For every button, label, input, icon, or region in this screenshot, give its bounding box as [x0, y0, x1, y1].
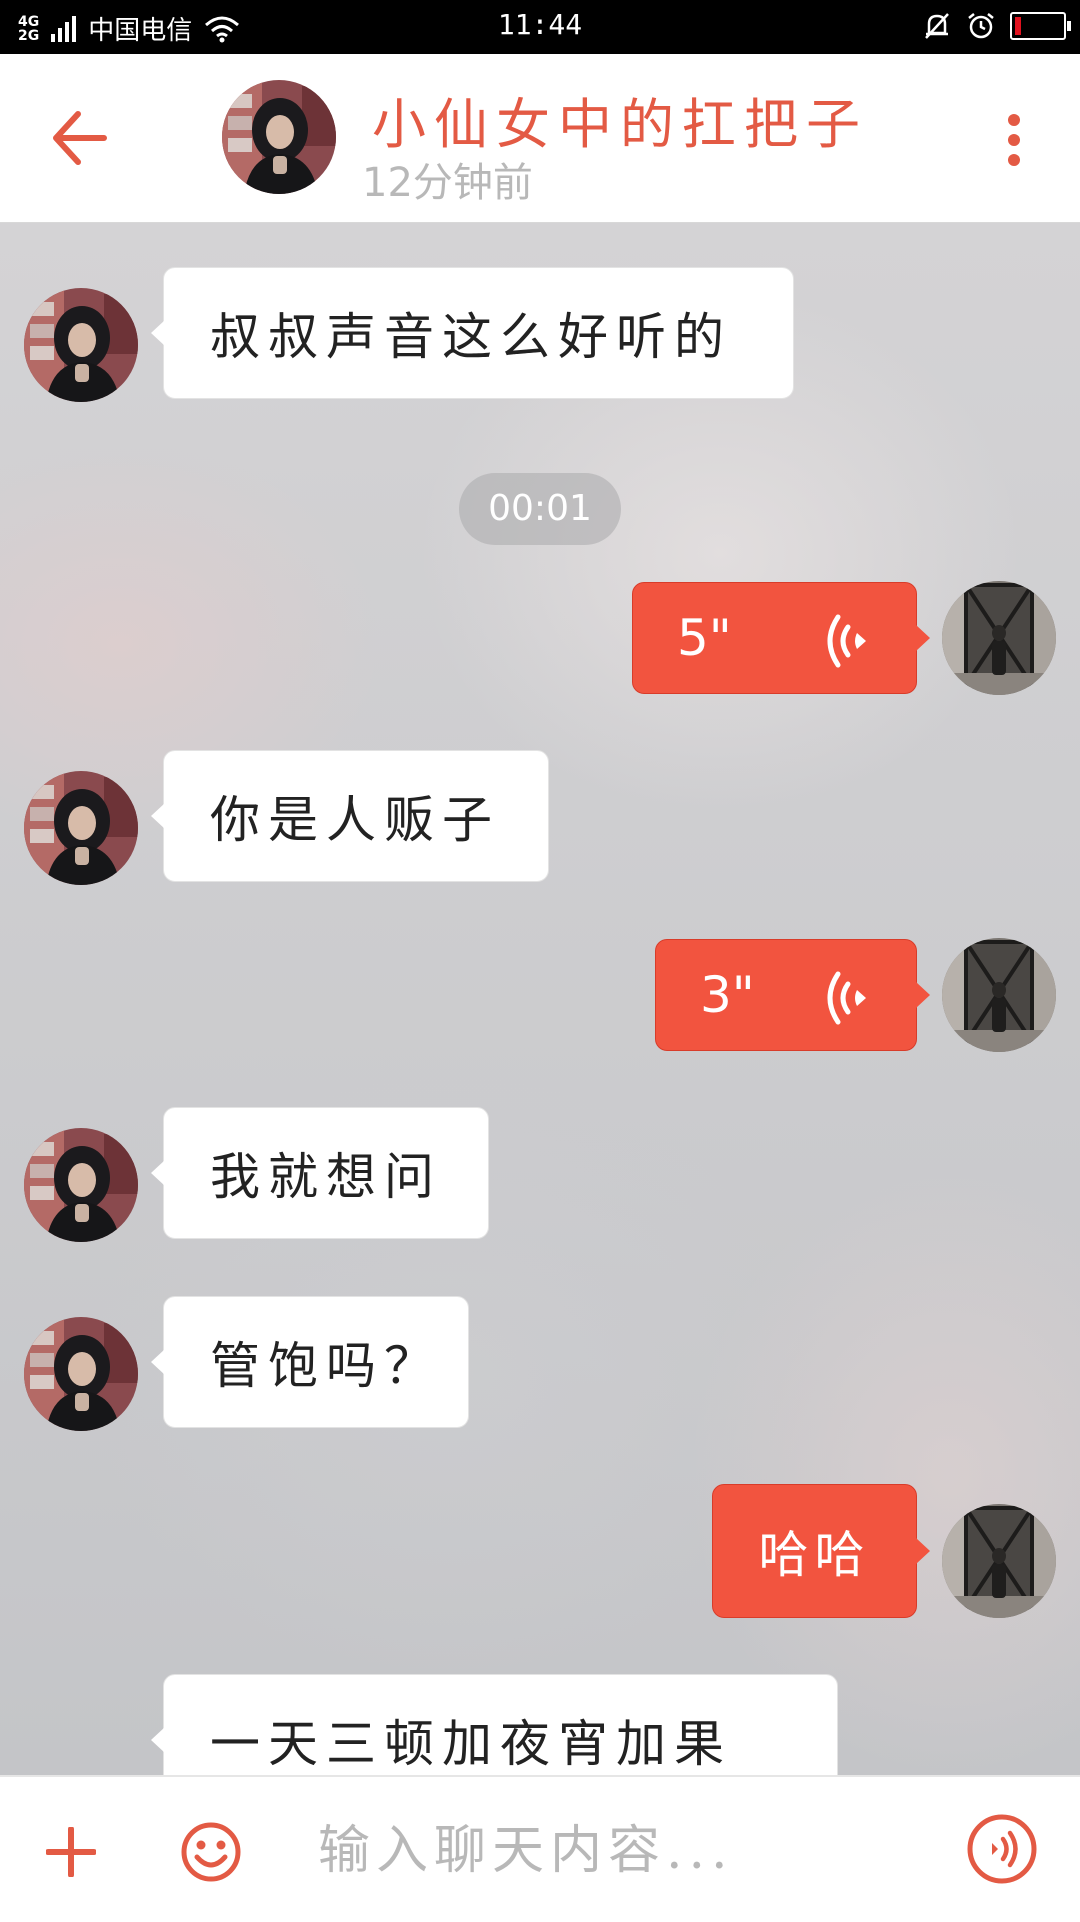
clock: 11:44	[497, 8, 583, 41]
more-vertical-icon[interactable]	[1004, 114, 1024, 170]
voice-input-icon[interactable]	[966, 1813, 1038, 1885]
status-right	[922, 11, 1071, 41]
incoming-message[interactable]: 叔叔声音这么好听的	[151, 267, 794, 399]
outgoing-voice-message[interactable]: 5"	[632, 582, 930, 694]
contact-name: 小仙女中的扛把子	[372, 93, 868, 156]
my-avatar[interactable]	[942, 938, 1056, 1052]
chat-header: 小仙女中的扛把子 12分钟前	[0, 54, 1080, 224]
composer-bar	[0, 1775, 1080, 1922]
outgoing-message-text: 哈哈	[758, 1526, 871, 1584]
voice-duration: 3"	[700, 966, 755, 1024]
my-avatar[interactable]	[942, 581, 1056, 695]
status-bar: 4G 2G 中国电信 11:44	[0, 0, 1080, 54]
outgoing-voice-message[interactable]: 3"	[655, 939, 930, 1051]
timestamp: 00:01	[459, 473, 621, 545]
back-arrow-icon[interactable]	[50, 110, 110, 166]
incoming-message[interactable]: 你是人贩子	[151, 750, 549, 882]
emoji-icon[interactable]	[180, 1821, 242, 1883]
message-input[interactable]	[316, 1815, 900, 1887]
voice-wave-icon	[827, 614, 866, 668]
sender-avatar[interactable]	[24, 288, 138, 402]
incoming-message[interactable]: 管饱吗？	[151, 1296, 469, 1428]
voice-wave-icon	[827, 971, 866, 1025]
outgoing-message[interactable]: 哈哈	[712, 1484, 930, 1618]
sender-avatar[interactable]	[24, 1128, 138, 1242]
contact-avatar[interactable]	[222, 80, 336, 194]
incoming-message[interactable]: 我就想问	[151, 1107, 489, 1239]
battery-level	[1015, 17, 1021, 35]
plus-icon[interactable]	[46, 1827, 96, 1877]
battery-icon	[1010, 12, 1071, 40]
mute-bell-icon	[925, 13, 949, 39]
alarm-icon	[968, 13, 994, 39]
sender-avatar[interactable]	[24, 771, 138, 885]
my-avatar[interactable]	[942, 1504, 1056, 1618]
voice-duration: 5"	[677, 609, 732, 667]
last-seen: 12分钟前	[362, 160, 533, 206]
sender-avatar[interactable]	[24, 1317, 138, 1431]
